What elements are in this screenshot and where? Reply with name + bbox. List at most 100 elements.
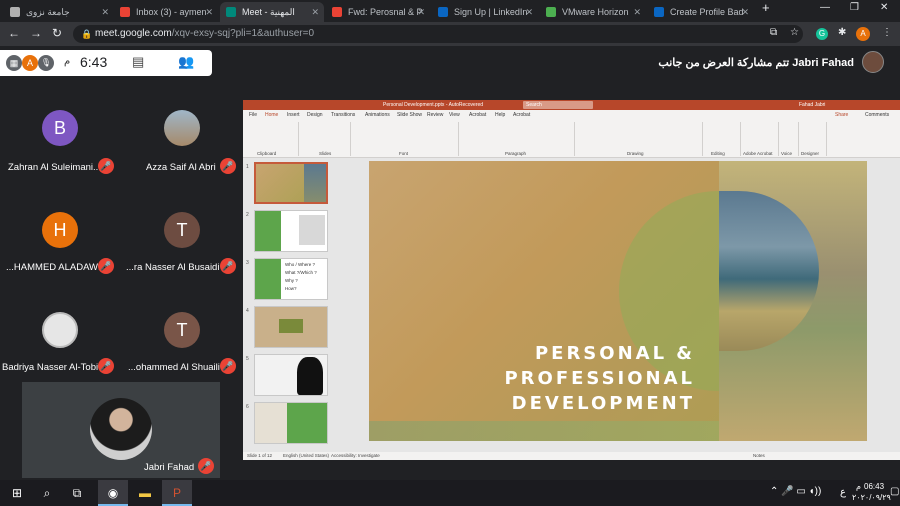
tab-home[interactable]: Home (265, 112, 278, 118)
ribbon-group-font[interactable]: Font (351, 122, 459, 156)
new-tab-button[interactable]: + (762, 0, 770, 15)
tab-transitions[interactable]: Transitions (331, 112, 355, 118)
meet-icon (226, 7, 236, 17)
url-host: meet.google.com (95, 28, 172, 39)
people-icon[interactable]: 👥 (178, 54, 194, 70)
browser-tab-strip: جامعة نزوى ✕ Inbox (3) - aymen ✕ Meet - … (0, 0, 900, 22)
tab-acrobat-2[interactable]: Acrobat (513, 112, 530, 118)
search-icon[interactable]: ⌕ (32, 480, 62, 506)
participant-name: ...ra Nasser Al Busaidi (126, 262, 220, 273)
tab-animations[interactable]: Animations (365, 112, 390, 118)
tab-review[interactable]: Review (427, 112, 443, 118)
maximize-icon[interactable]: ❐ (850, 2, 859, 13)
thumb-image (304, 164, 326, 202)
current-slide[interactable]: PERSONAL & PROFESSIONAL DEVELOPMENT (369, 161, 867, 441)
file-explorer-icon[interactable]: ▬ (130, 480, 160, 506)
reload-icon[interactable]: ↻ (52, 26, 62, 40)
slide-number: 4 (246, 308, 249, 314)
ribbon-group-clipboard[interactable]: Clipboard (243, 122, 299, 156)
tab-design[interactable]: Design (307, 112, 323, 118)
linkedin-icon (654, 7, 664, 17)
microphone-icon[interactable]: 🎙 (38, 55, 54, 71)
back-icon[interactable]: ← (8, 26, 20, 40)
close-icon[interactable]: ✕ (633, 2, 641, 22)
ribbon-group-acrobat[interactable]: Adobe Acrobat (741, 122, 779, 156)
bookmark-star-icon[interactable]: ☆ (790, 27, 799, 38)
keyboard-language[interactable]: ع (840, 487, 846, 498)
ribbon-group-editing[interactable]: Editing (703, 122, 741, 156)
self-tile[interactable]: Jabri Fahad 🎤 (22, 382, 220, 478)
address-bar[interactable]: 🔒 meet.google.com/xqv-exsy-sqj?pli=1&aut… (73, 25, 803, 43)
close-icon[interactable]: ✕ (311, 2, 319, 22)
ribbon-group-designer[interactable]: Designer (799, 122, 827, 156)
thumb-block (287, 403, 327, 443)
participant-tile[interactable]: T ...ra Nasser Al Busaidi 🎤 (120, 180, 242, 280)
slide-photo-road (719, 161, 867, 441)
minimize-icon[interactable]: — (820, 2, 830, 13)
tray-icons[interactable]: ⌃ 🎤 ▭ ◖)) (770, 486, 821, 497)
close-icon[interactable]: ✕ (417, 2, 425, 22)
participant-tile[interactable]: H ...HAMMED ALADAWI 🎤 (0, 180, 120, 280)
profile-avatar[interactable]: A (856, 27, 870, 41)
participant-tile[interactable]: Azza Saif Al Abri 🎤 (120, 80, 242, 180)
slide-title-line: PERSONAL & (534, 343, 695, 364)
grid-view-icon[interactable]: ▦ (6, 55, 22, 71)
notifications-icon[interactable]: ▢ (890, 486, 899, 497)
browser-toolbar: ← → ↻ 🔒 meet.google.com/xqv-exsy-sqj?pli… (0, 22, 900, 46)
ribbon-group-voice[interactable]: Voice (779, 122, 799, 156)
browser-tab-1[interactable]: Inbox (3) - aymen ✕ (114, 2, 218, 22)
browser-tab-6[interactable]: Create Profile Bad ✕ (648, 2, 754, 22)
close-icon[interactable]: ✕ (741, 2, 749, 22)
grammarly-icon[interactable]: G (816, 28, 828, 40)
chat-icon[interactable]: ▤ (132, 54, 144, 70)
menu-icon[interactable]: ⋮ (882, 27, 892, 38)
task-view-icon[interactable]: ⧉ (62, 480, 92, 506)
close-window-icon[interactable]: ✕ (880, 2, 888, 13)
tab-help[interactable]: Help (495, 112, 505, 118)
participant-avatar (164, 110, 200, 146)
tab-view[interactable]: View (449, 112, 460, 118)
browser-tab-0[interactable]: جامعة نزوى ✕ (4, 2, 114, 22)
slide-thumb-3[interactable]: Who / Where ? What ?/Which ? Why ? How? (254, 258, 328, 300)
slide-thumb-5[interactable] (254, 354, 328, 396)
thumb-text: What ?/Which ? (285, 270, 317, 275)
muted-mic-icon: 🎤 (98, 258, 114, 274)
browser-tab-4[interactable]: Sign Up | LinkedIn ✕ (432, 2, 538, 22)
ribbon-group-slides[interactable]: Slides (299, 122, 351, 156)
thumb-text: Who / Where ? (285, 262, 316, 267)
gmail-icon (120, 7, 130, 17)
participant-tile[interactable]: Badriya Nasser Al-Tobi 🎤 (0, 280, 120, 380)
close-icon[interactable]: ✕ (525, 2, 533, 22)
chrome-app-icon[interactable]: ◉ (98, 480, 128, 506)
powerpoint-app-icon[interactable]: P (162, 480, 192, 506)
browser-tab-5[interactable]: VMware Horizon ✕ (540, 2, 646, 22)
participant-tile[interactable]: B Zahran Al Suleimani... 🎤 (0, 80, 120, 180)
windows-start-icon[interactable]: ⊞ (2, 480, 32, 506)
search-box[interactable]: Search (523, 101, 593, 109)
slide-thumb-1[interactable] (254, 162, 328, 204)
browser-tab-3[interactable]: Fwd: Perosnal & P ✕ (326, 2, 430, 22)
slide-thumb-4[interactable] (254, 306, 328, 348)
tab-slideshow[interactable]: Slide Show (397, 112, 422, 118)
presenter-avatar (862, 51, 884, 73)
ribbon-tabs: File Home Insert Design Transitions Anim… (243, 110, 900, 120)
browser-tab-2[interactable]: Meet - المهنية ✕ (220, 2, 324, 22)
open-external-icon[interactable]: ⧉ (770, 27, 777, 38)
notes-button[interactable]: Notes (753, 452, 765, 460)
tab-acrobat[interactable]: Acrobat (469, 112, 486, 118)
tab-label: Meet - المهنية (242, 7, 295, 17)
close-icon[interactable]: ✕ (205, 2, 213, 22)
slide-thumb-6[interactable] (254, 402, 328, 444)
participant-tile[interactable]: T ...ohammed Al Shuaili 🎤 (120, 280, 242, 380)
tab-insert[interactable]: Insert (287, 112, 300, 118)
comments-button[interactable]: Comments (865, 112, 889, 118)
slide-thumb-2[interactable] (254, 210, 328, 252)
forward-icon[interactable]: → (30, 26, 42, 40)
close-icon[interactable]: ✕ (101, 2, 109, 22)
extensions-icon[interactable]: ✱ (838, 27, 846, 38)
tab-file[interactable]: File (249, 112, 257, 118)
share-button[interactable]: Share (835, 112, 848, 118)
ribbon-group-paragraph[interactable]: Paragraph (459, 122, 575, 156)
group-label: Adobe Acrobat (743, 151, 773, 156)
ribbon-group-drawing[interactable]: Drawing (575, 122, 703, 156)
